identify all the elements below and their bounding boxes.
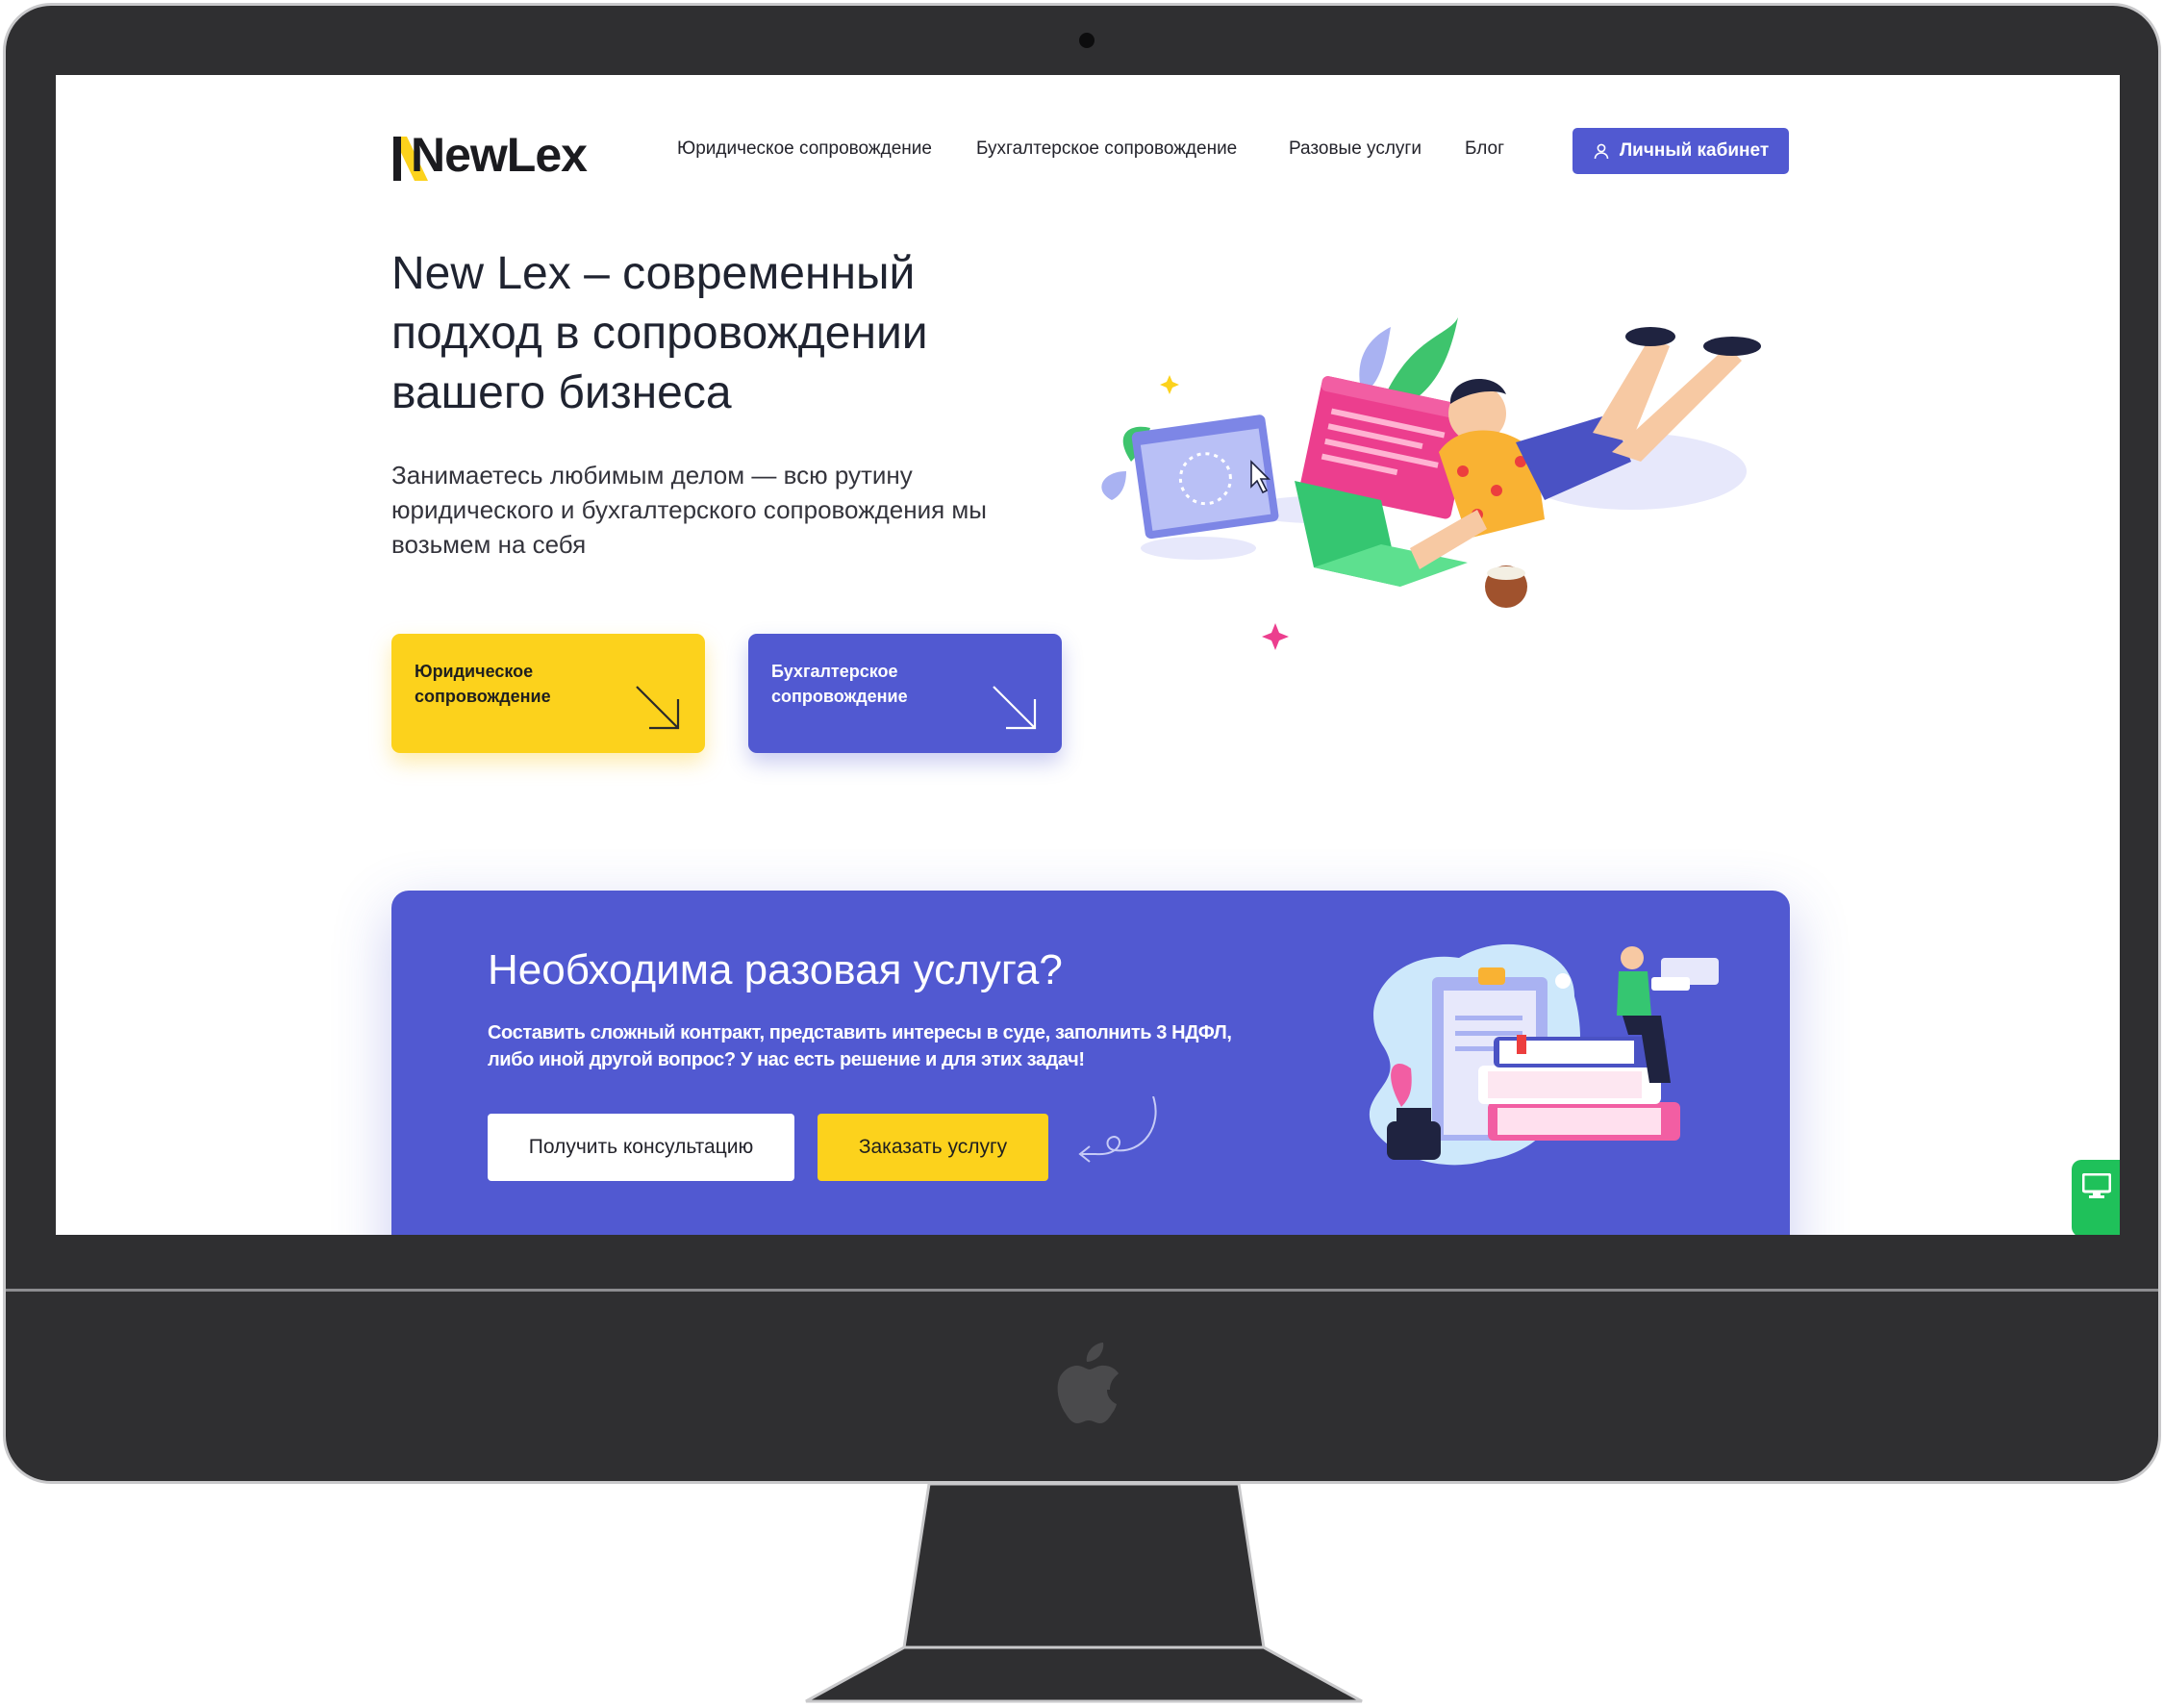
hero-subtitle: Занимаетесь любимым делом — всю рутину ю…: [391, 458, 1065, 562]
brand-name: NewLex: [411, 128, 588, 182]
nav-accounting[interactable]: Бухгалтерское сопровождение: [976, 138, 1237, 160]
hero-title-line: подход в сопровождении: [391, 308, 928, 359]
site-logo[interactable]: NewLex: [393, 125, 615, 187]
user-icon: [1594, 143, 1609, 160]
banner-title: Необходима разовая услуга?: [488, 946, 1063, 993]
curved-arrow-icon: [1078, 1096, 1157, 1163]
monitor-icon: [2082, 1173, 2111, 1198]
legal-service-card[interactable]: Юридическое сопровождение: [391, 634, 705, 753]
banner-text-line: либо иной другой вопрос? У нас есть реше…: [488, 1049, 1085, 1070]
arrow-down-right-icon: [636, 686, 680, 730]
hero-subtitle-line: Занимаетесь любимым делом — всю рутину: [391, 461, 913, 490]
banner-text: Составить сложный контракт, представить …: [488, 1019, 1238, 1073]
nav-legal[interactable]: Юридическое сопровождение: [677, 138, 932, 160]
arrow-down-right-icon: [993, 686, 1037, 730]
hero-subtitle-line: юридического и бухгалтерского сопровожде…: [391, 495, 987, 524]
banner-text-line: Составить сложный контракт, представить …: [488, 1022, 1232, 1043]
nav-blog[interactable]: Блог: [1465, 138, 1504, 160]
get-consultation-button[interactable]: Получить консультацию: [488, 1114, 794, 1181]
cabinet-label: Личный кабинет: [1619, 140, 1770, 161]
hero-subtitle-line: возьмем на себя: [391, 530, 587, 559]
one-time-service-banner: Необходима разовая услуга? Составить сло…: [391, 891, 1790, 1235]
browser-viewport: NewLex Юридическое сопровождение Бухгалт…: [56, 75, 2120, 1235]
nav-one-time[interactable]: Разовые услуги: [1289, 138, 1422, 160]
card-label: Бухгалтерское сопровождение: [771, 662, 908, 706]
cabinet-button[interactable]: Личный кабинет: [1573, 128, 1789, 174]
monitor-stand: [805, 1484, 1363, 1703]
monitor-frame: NewLex Юридическое сопровождение Бухгалт…: [3, 3, 2161, 1484]
card-label: Юридическое сопровождение: [415, 662, 551, 706]
apple-icon: [1057, 1343, 1119, 1423]
accounting-service-card[interactable]: Бухгалтерское сопровождение: [748, 634, 1062, 753]
books-illustration: [1369, 943, 1719, 1166]
hero-title: New Lex – современный подход в сопровожд…: [391, 244, 1065, 423]
order-service-button[interactable]: Заказать услугу: [818, 1114, 1048, 1181]
camera-dot: [1079, 33, 1095, 48]
contact-widget[interactable]: [2072, 1160, 2120, 1235]
monitor-chin-divider: [6, 1289, 2158, 1292]
hero-illustration: [1101, 317, 1761, 650]
hero-title-line: New Lex – современный: [391, 248, 916, 299]
hero-title-line: вашего бизнеса: [391, 367, 732, 418]
